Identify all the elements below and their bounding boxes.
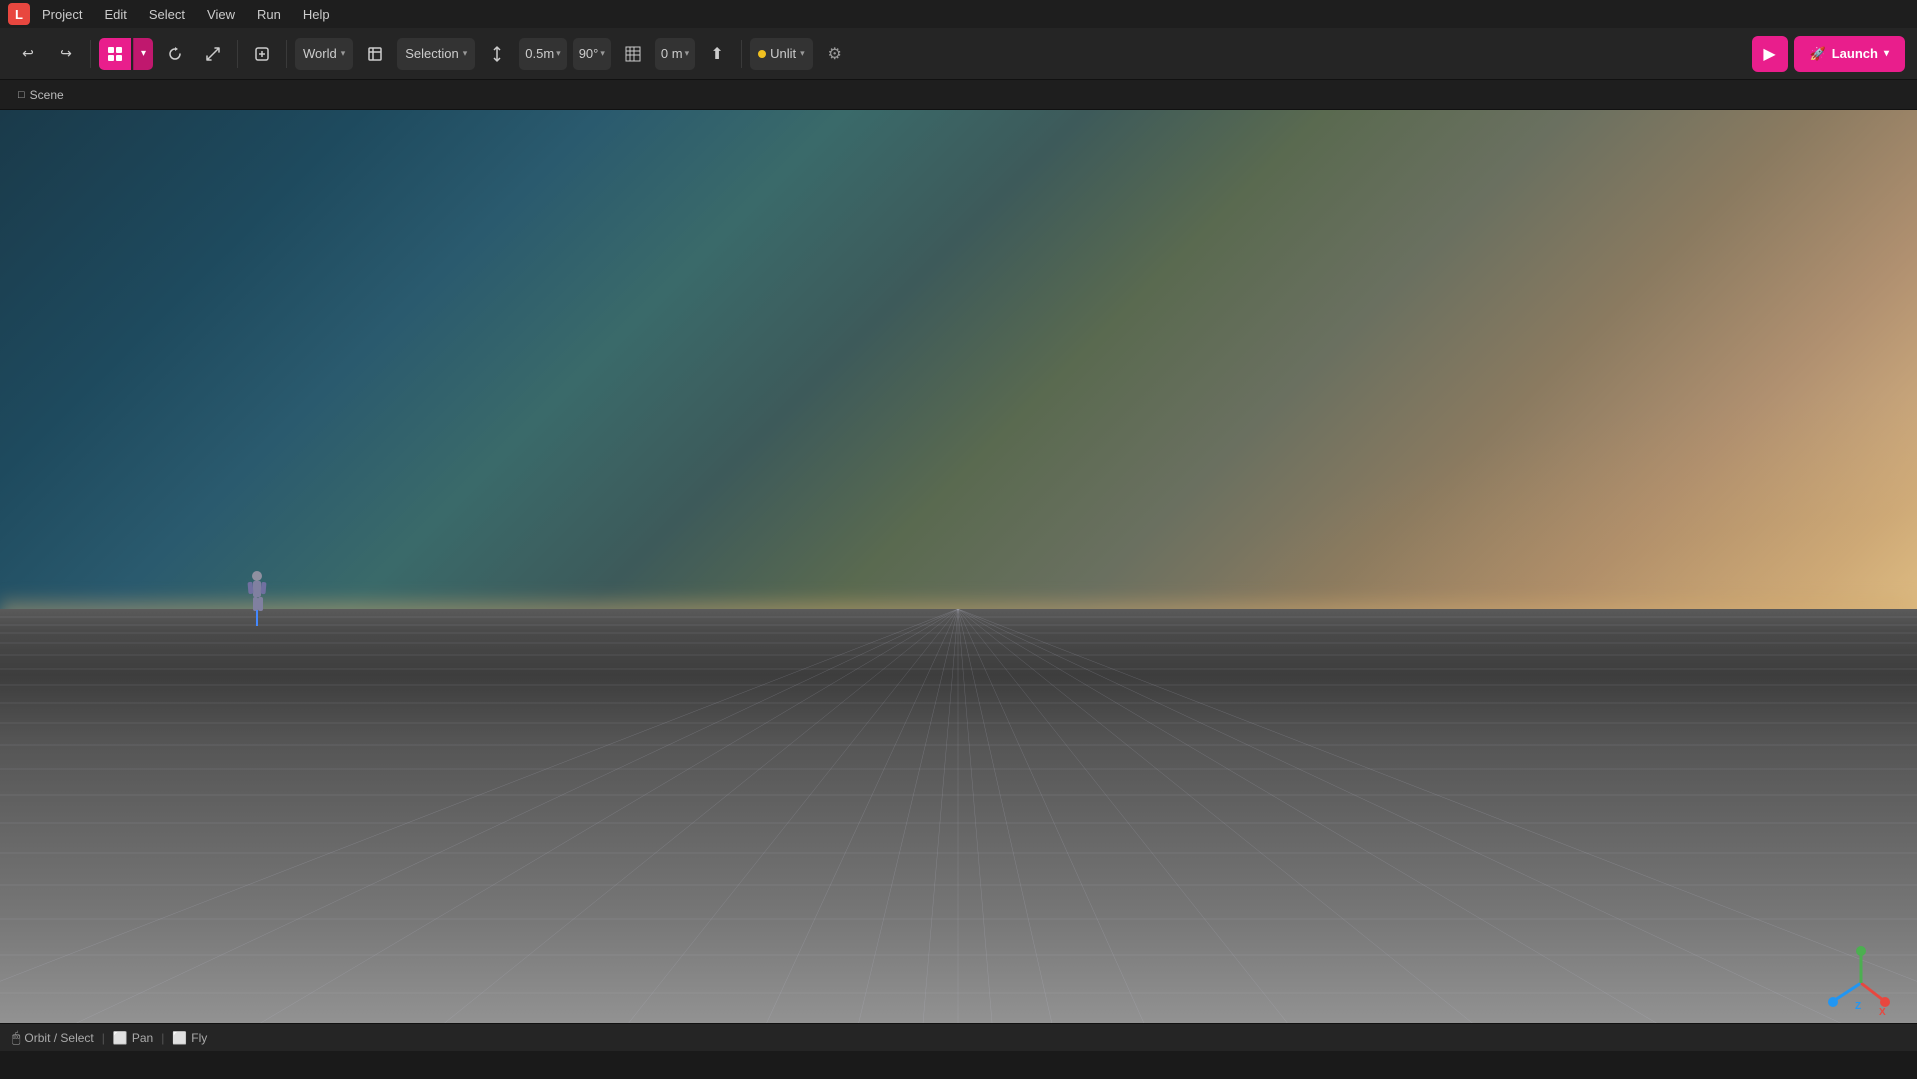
- separator: [237, 40, 238, 68]
- scene-tab-bar: □ Scene: [0, 80, 1917, 110]
- snap-angle-label: 90°: [579, 46, 599, 61]
- status-sep-1: |: [102, 1031, 105, 1045]
- unlit-chevron: ▾: [800, 48, 805, 59]
- distance-chevron: ▾: [685, 48, 690, 59]
- menu-view[interactable]: View: [197, 5, 245, 24]
- unlit-dot: [758, 50, 766, 58]
- mode-group: ▾: [99, 38, 153, 70]
- distance-label: 0 m: [661, 46, 683, 61]
- orbit-select-label: Orbit / Select: [24, 1031, 93, 1045]
- mouse-icon: 🖱: [12, 1029, 20, 1046]
- fly-key-icon: ⬜: [172, 1031, 187, 1045]
- snap-distance-label: 0.5m: [525, 46, 554, 61]
- menu-edit[interactable]: Edit: [94, 5, 136, 24]
- height-button[interactable]: [481, 38, 513, 70]
- separator: [741, 40, 742, 68]
- distance-dropdown[interactable]: 0 m ▾: [655, 38, 695, 70]
- scene-tab-icon: □: [18, 89, 25, 101]
- ground: .grid-line { stroke: rgba(200,200,220,0.…: [0, 609, 1917, 1051]
- launch-icon: 🚀: [1810, 46, 1826, 62]
- frame-button[interactable]: [359, 38, 391, 70]
- unlit-dropdown[interactable]: Unlit ▾: [750, 38, 813, 70]
- pan-label: Pan: [132, 1031, 153, 1045]
- selection-dropdown[interactable]: Selection ▾: [397, 38, 475, 70]
- launch-button[interactable]: 🚀 Launch ▾: [1794, 36, 1905, 72]
- grid-mode-dropdown[interactable]: ▾: [133, 38, 153, 70]
- grid-toggle-button[interactable]: [617, 38, 649, 70]
- scene-tab-label: Scene: [30, 88, 64, 102]
- redo-button[interactable]: ↪: [50, 38, 82, 70]
- gizmo: X Z: [1823, 945, 1893, 1015]
- settings-button[interactable]: ⚙: [819, 38, 851, 70]
- up-button[interactable]: ⬆: [701, 38, 733, 70]
- character-figure: [245, 570, 269, 618]
- selection-chevron: ▾: [463, 48, 468, 59]
- menu-run[interactable]: Run: [247, 5, 291, 24]
- menu-help[interactable]: Help: [293, 5, 340, 24]
- launch-chevron: ▾: [1884, 48, 1889, 59]
- status-sep-2: |: [161, 1031, 164, 1045]
- menubar: L Project Edit Select View Run Help: [0, 0, 1917, 28]
- separator: [286, 40, 287, 68]
- play-button[interactable]: ▶: [1752, 36, 1788, 72]
- logo-button[interactable]: L: [8, 3, 30, 25]
- svg-text:X: X: [1879, 1007, 1886, 1015]
- pan-mouse-icon: ⬜: [113, 1031, 128, 1045]
- world-dropdown[interactable]: World ▾: [295, 38, 353, 70]
- undo-button[interactable]: ↩: [12, 38, 44, 70]
- snap-angle-chevron: ▾: [600, 48, 605, 59]
- viewport[interactable]: .grid-line { stroke: rgba(200,200,220,0.…: [0, 110, 1917, 1051]
- world-chevron: ▾: [341, 48, 346, 59]
- world-label: World: [303, 46, 337, 61]
- statusbar: 🖱 Orbit / Select | ⬜ Pan | ⬜ Fly: [0, 1023, 1917, 1051]
- move-mode-button[interactable]: [246, 38, 278, 70]
- grid: .grid-line { stroke: rgba(200,200,220,0.…: [0, 609, 1917, 1051]
- snap-distance-dropdown[interactable]: 0.5m ▾: [519, 38, 566, 70]
- selection-label: Selection: [405, 46, 458, 61]
- menu-project[interactable]: Project: [32, 5, 92, 24]
- grid-mode-button[interactable]: [99, 38, 131, 70]
- launch-label: Launch: [1832, 46, 1878, 61]
- rotate-button[interactable]: [159, 38, 191, 70]
- toolbar: ↩ ↪ ▾: [0, 28, 1917, 80]
- scale-button[interactable]: [197, 38, 229, 70]
- fly-label: Fly: [191, 1031, 207, 1045]
- svg-text:Z: Z: [1855, 1001, 1861, 1012]
- unlit-label: Unlit: [770, 46, 796, 61]
- snap-angle-dropdown[interactable]: 90° ▾: [573, 38, 611, 70]
- menu-select[interactable]: Select: [139, 5, 195, 24]
- snap-distance-chevron: ▾: [556, 48, 561, 59]
- separator: [90, 40, 91, 68]
- scene-tab[interactable]: □ Scene: [8, 84, 74, 106]
